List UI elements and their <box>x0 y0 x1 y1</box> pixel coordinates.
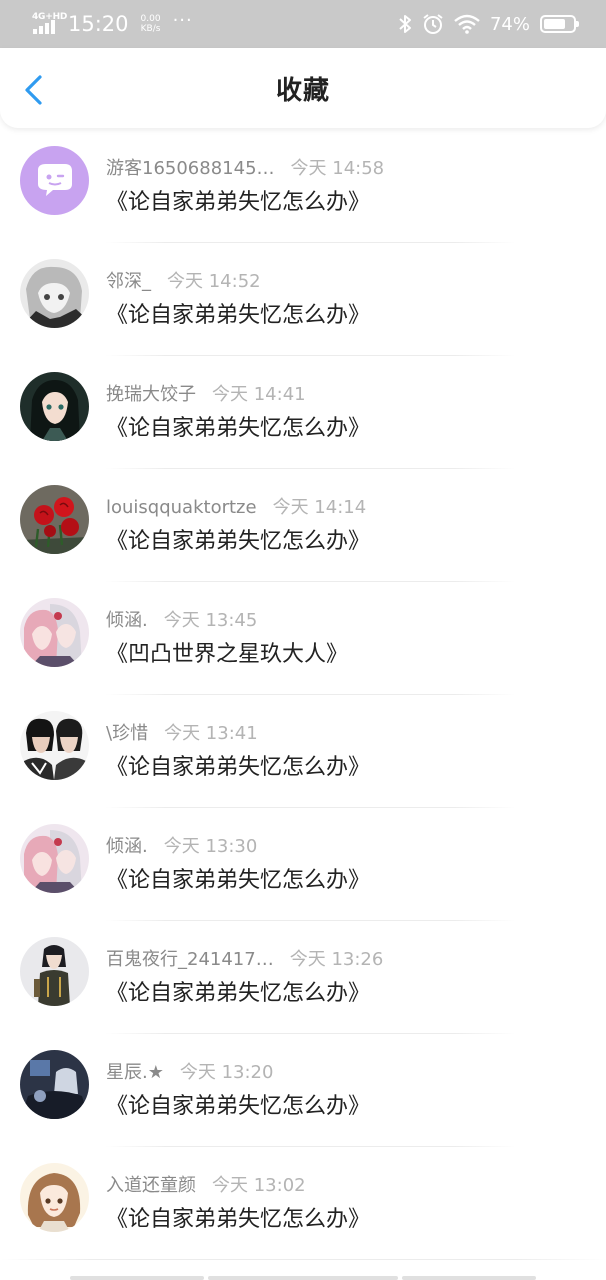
username[interactable]: 倾涵. <box>106 606 148 632</box>
timestamp: 今天 13:26 <box>289 949 384 970</box>
work-title[interactable]: 《论自家弟弟失忆怎么办》 <box>106 523 370 555</box>
username[interactable]: 挽瑞大饺子 <box>106 380 196 406</box>
username[interactable]: 邻深_ <box>106 267 151 293</box>
back-button[interactable] <box>20 74 46 106</box>
avatar[interactable] <box>20 259 89 328</box>
alarm-icon <box>422 13 444 35</box>
work-title[interactable]: 《论自家弟弟失忆怎么办》 <box>106 297 370 329</box>
work-title[interactable]: 《论自家弟弟失忆怎么办》 <box>106 184 370 216</box>
list-item[interactable]: \珍惜 今天 13:41 《论自家弟弟失忆怎么办》 <box>0 695 606 808</box>
username[interactable]: 入道还童颜 <box>106 1171 196 1197</box>
list-item[interactable]: 百鬼夜行_241417… 今天 13:26 《论自家弟弟失忆怎么办》 <box>0 921 606 1034</box>
list-item[interactable]: 倾涵. 今天 13:30 《论自家弟弟失忆怎么办》 <box>0 808 606 921</box>
wifi-icon <box>454 14 480 34</box>
battery-percent: 74% <box>489 13 530 35</box>
favorites-list: 游客1650688145… 今天 14:58 《论自家弟弟失忆怎么办》 邻深_ 今天… <box>0 130 606 1260</box>
timestamp: 今天 13:30 <box>163 836 258 857</box>
status-bar: 4G+HD 15:20 0.00 KB/s ··· 74% <box>0 0 606 48</box>
username[interactable]: 倾涵. <box>106 832 148 858</box>
username[interactable]: 百鬼夜行_241417… <box>106 945 274 971</box>
avatar[interactable] <box>20 146 89 215</box>
list-item[interactable]: 入道还童颜 今天 13:02 《论自家弟弟失忆怎么办》 <box>0 1147 606 1260</box>
avatar[interactable] <box>20 824 89 893</box>
more-notifications-icon: ··· <box>172 9 193 31</box>
list-item[interactable]: 星辰.★ 今天 13:20 《论自家弟弟失忆怎么办》 <box>0 1034 606 1147</box>
timestamp: 今天 14:52 <box>167 271 261 292</box>
timestamp: 今天 14:14 <box>272 497 367 518</box>
timestamp: 今天 14:41 <box>212 384 306 405</box>
username[interactable]: louisqquaktortze <box>106 497 257 518</box>
timestamp: 今天 13:02 <box>212 1175 306 1196</box>
app-header: 收藏 <box>0 48 606 128</box>
battery-icon <box>540 15 579 33</box>
work-title[interactable]: 《论自家弟弟失忆怎么办》 <box>106 410 370 442</box>
next-item-peek <box>0 1258 606 1280</box>
avatar[interactable] <box>20 711 89 780</box>
work-title[interactable]: 《论自家弟弟失忆怎么办》 <box>106 1088 370 1120</box>
network-speed-value: 0.00 <box>140 14 161 24</box>
list-item[interactable]: louisqquaktortze 今天 14:14 《论自家弟弟失忆怎么办》 <box>0 469 606 582</box>
chevron-left-icon <box>25 75 42 105</box>
avatar[interactable] <box>20 598 89 667</box>
work-title[interactable]: 《凹凸世界之星玖大人》 <box>106 636 348 668</box>
username[interactable]: 星辰.★ <box>106 1058 164 1084</box>
network-speed-unit: KB/s <box>140 24 161 34</box>
network-speed: 0.00 KB/s <box>141 14 161 34</box>
work-title[interactable]: 《论自家弟弟失忆怎么办》 <box>106 1201 370 1233</box>
clock-time: 15:20 <box>68 12 129 36</box>
work-title[interactable]: 《论自家弟弟失忆怎么办》 <box>106 975 370 1007</box>
list-item[interactable]: 挽瑞大饺子 今天 14:41 《论自家弟弟失忆怎么办》 <box>0 356 606 469</box>
signal-icon: 4G+HD <box>32 12 67 36</box>
avatar[interactable] <box>20 485 89 554</box>
avatar[interactable] <box>20 1163 89 1232</box>
list-item[interactable]: 倾涵. 今天 13:45 《凹凸世界之星玖大人》 <box>0 582 606 695</box>
bluetooth-icon <box>398 14 412 34</box>
timestamp: 今天 13:45 <box>163 610 258 631</box>
avatar[interactable] <box>20 1050 89 1119</box>
timestamp: 今天 13:20 <box>179 1062 274 1083</box>
work-title[interactable]: 《论自家弟弟失忆怎么办》 <box>106 862 370 894</box>
username[interactable]: \珍惜 <box>106 719 148 745</box>
avatar[interactable] <box>20 937 89 1006</box>
timestamp: 今天 13:41 <box>164 723 258 744</box>
list-item[interactable]: 游客1650688145… 今天 14:58 《论自家弟弟失忆怎么办》 <box>0 130 606 243</box>
page-title: 收藏 <box>275 75 330 106</box>
username[interactable]: 游客1650688145… <box>106 154 275 180</box>
work-title[interactable]: 《论自家弟弟失忆怎么办》 <box>106 749 370 781</box>
list-item[interactable]: 邻深_ 今天 14:52 《论自家弟弟失忆怎么办》 <box>0 243 606 356</box>
avatar[interactable] <box>20 372 89 441</box>
timestamp: 今天 14:58 <box>290 158 385 179</box>
